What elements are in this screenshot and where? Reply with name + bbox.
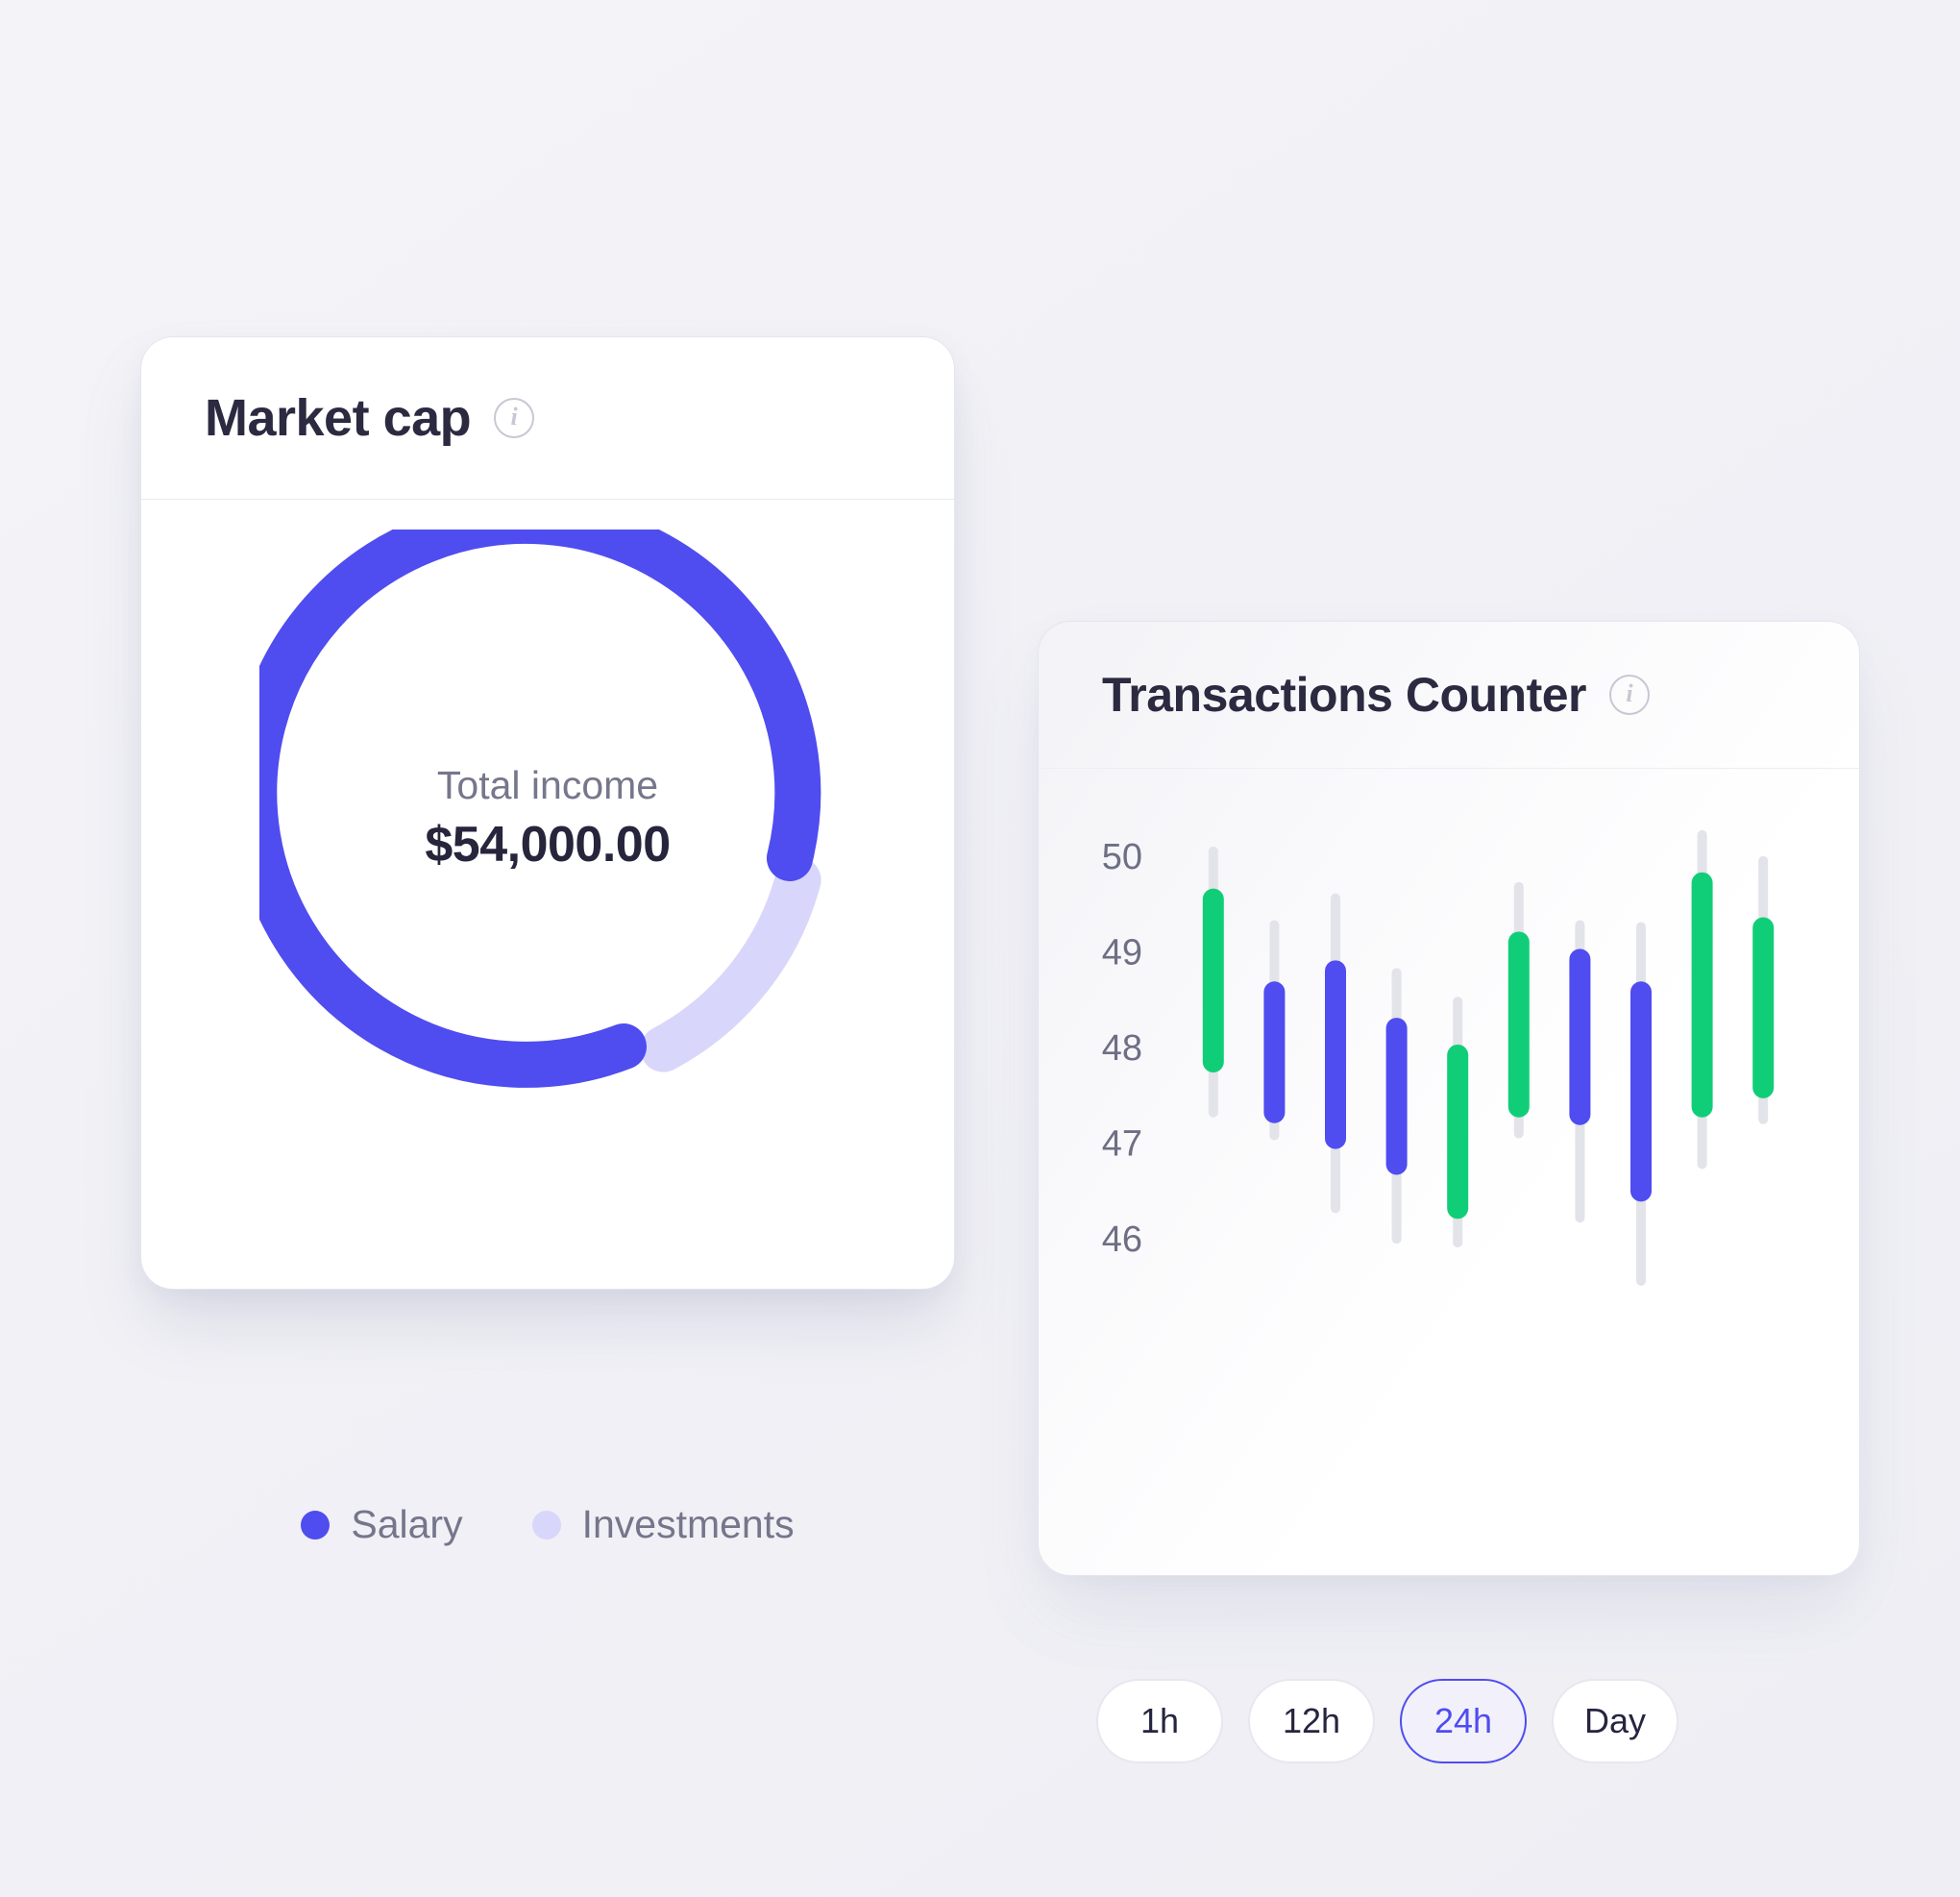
total-income-value: $54,000.00 xyxy=(425,816,671,873)
y-axis-tick-label: 48 xyxy=(1102,1028,1142,1069)
transactions-card-header: Transactions Counter i xyxy=(1039,622,1859,768)
time-range-selector: 1h 12h 24h Day xyxy=(1096,1679,1678,1763)
info-icon-glyph: i xyxy=(510,403,518,431)
donut-legend: Salary Investments xyxy=(141,1502,954,1547)
total-income-label: Total income xyxy=(436,762,659,807)
range-button-day[interactable]: Day xyxy=(1552,1679,1678,1763)
info-circle-icon[interactable]: i xyxy=(1609,675,1650,715)
transactions-counter-card: Transactions Counter i 50 49 48 47 46 1h 12h… xyxy=(1038,621,1861,1763)
y-axis-tick-label: 49 xyxy=(1102,932,1142,973)
market-cap-card-header: Market cap i xyxy=(141,337,954,499)
y-axis-tick-label: 47 xyxy=(1102,1124,1142,1165)
donut-center-text: Total income $54,000.00 xyxy=(259,530,836,1106)
candlestick-chart-svg: 50 49 48 47 46 xyxy=(1102,829,1775,1286)
header-divider xyxy=(141,499,954,500)
range-button-1h[interactable]: 1h xyxy=(1096,1679,1223,1763)
donut-chart: Total income $54,000.00 xyxy=(141,520,954,1116)
y-axis-tick-label: 46 xyxy=(1102,1220,1142,1260)
candlestick-chart: 50 49 48 47 46 xyxy=(1039,768,1861,1402)
legend-item-investments[interactable]: Investments xyxy=(531,1502,795,1547)
legend-label-salary: Salary xyxy=(351,1502,463,1546)
legend-item-salary[interactable]: Salary xyxy=(301,1502,463,1547)
range-button-24h[interactable]: 24h xyxy=(1400,1679,1527,1763)
page-title: Market cap xyxy=(205,389,472,447)
info-circle-icon[interactable]: i xyxy=(494,398,535,438)
y-axis-tick-label: 50 xyxy=(1102,837,1142,877)
range-button-12h[interactable]: 12h xyxy=(1248,1679,1375,1763)
legend-dot-investments xyxy=(531,1510,561,1540)
legend-label-investments: Investments xyxy=(581,1502,795,1546)
market-cap-card: Market cap i Total income $54,000.00 Sal… xyxy=(140,336,955,1546)
info-icon-glyph: i xyxy=(1626,679,1633,707)
page-background: Market cap i Total income $54,000.00 Sal… xyxy=(0,0,1960,1897)
legend-dot-salary xyxy=(301,1510,331,1540)
transactions-title: Transactions Counter xyxy=(1102,668,1587,722)
